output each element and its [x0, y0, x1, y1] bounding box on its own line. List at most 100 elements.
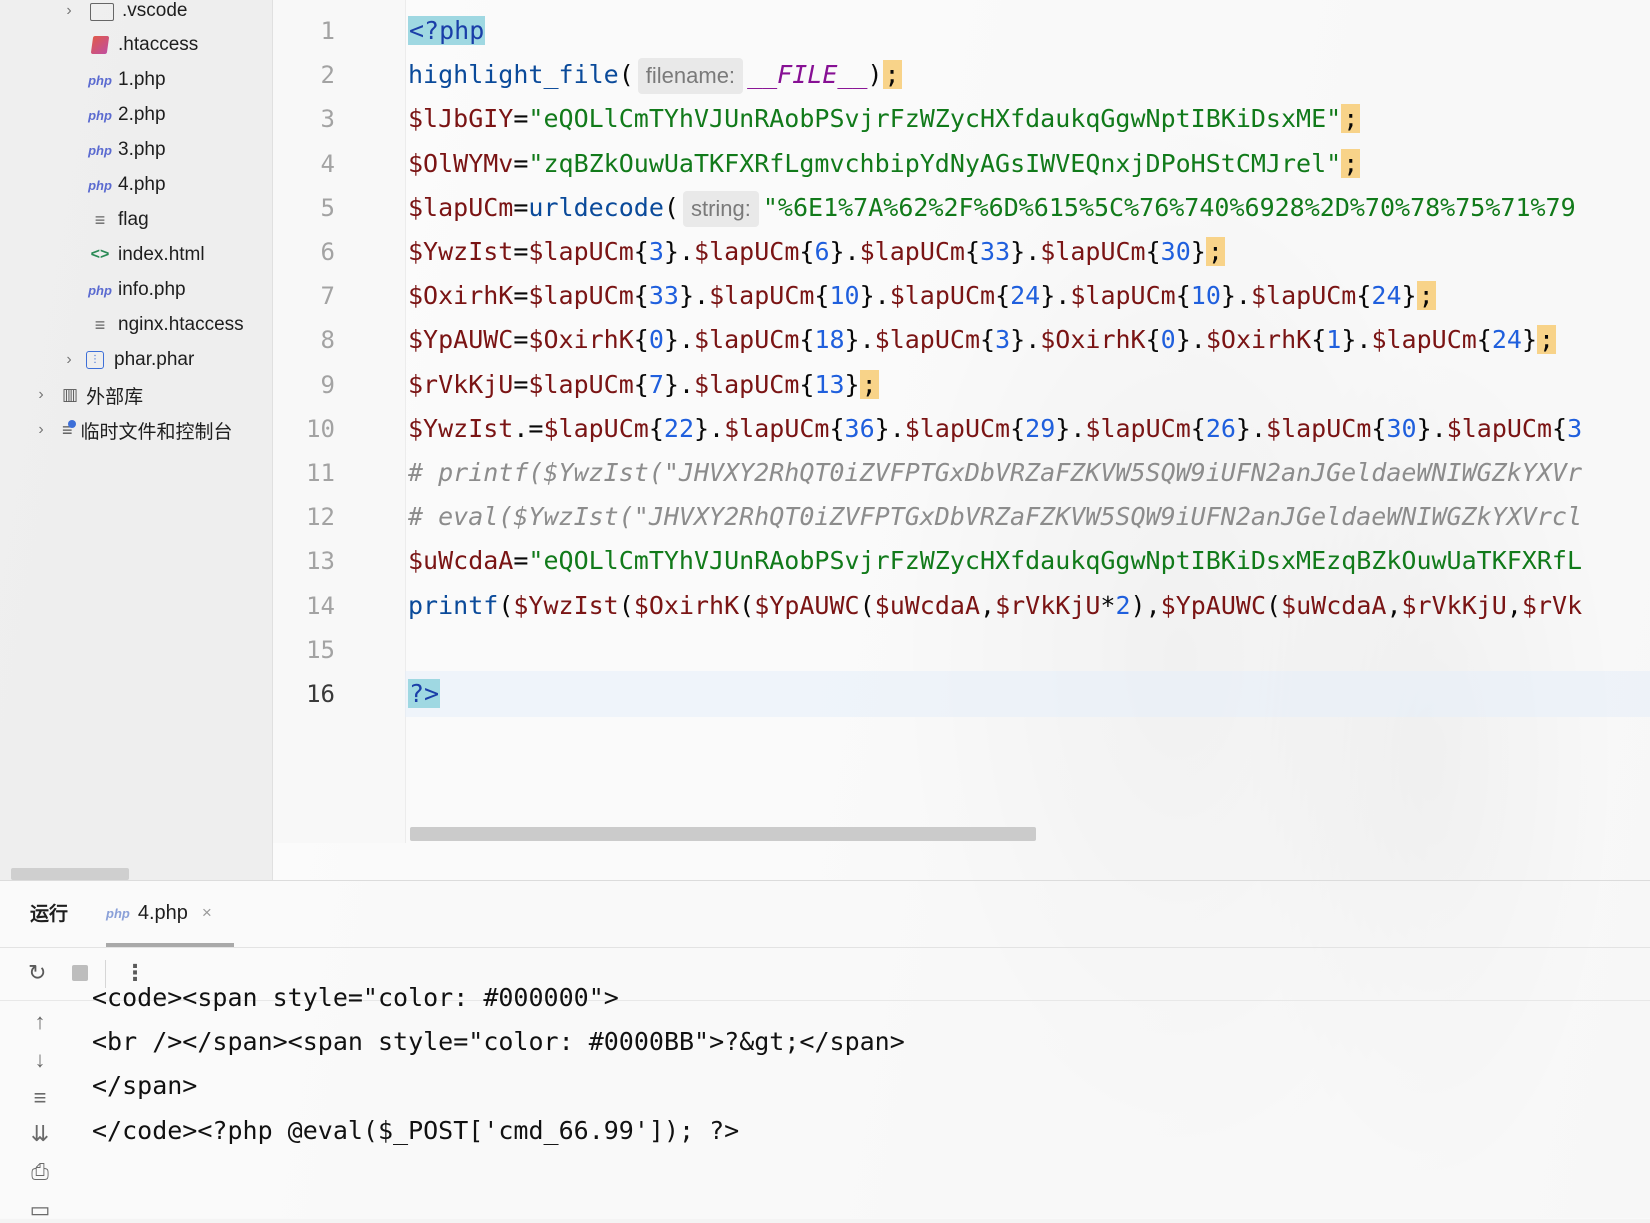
line-number[interactable]: 1	[273, 8, 335, 54]
code-line[interactable]: $rVkKjU=$lapUCm{7}.$lapUCm{13};	[408, 362, 879, 408]
code-token: $YwzIst	[408, 237, 514, 266]
tree-item-vscode[interactable]: › .vscode	[62, 0, 187, 28]
line-number[interactable]: 4	[273, 141, 335, 187]
tree-item-label: .htaccess	[118, 34, 199, 55]
code-token: }.	[1010, 237, 1041, 266]
tree-item-label: phar.phar	[114, 349, 195, 370]
chevron-right-icon[interactable]: ›	[34, 386, 48, 404]
code-line[interactable]: ?>	[408, 671, 441, 717]
code-token: 24	[1010, 281, 1041, 311]
code-token: 1	[1326, 325, 1342, 355]
parameter-hint: string:	[682, 190, 759, 227]
code-token: $uWcdaA	[874, 590, 980, 620]
tree-item-label: info.php	[118, 279, 186, 300]
php-icon: php	[106, 905, 130, 921]
line-number[interactable]: 14	[273, 583, 335, 629]
clear-icon[interactable]: ▭	[28, 1197, 52, 1223]
tree-item-nginx-htaccess[interactable]: ≡ nginx.htaccess	[88, 308, 244, 342]
editor-horizontal-scrollbar[interactable]	[410, 827, 1036, 841]
line-number[interactable]: 16	[273, 671, 335, 717]
code-token: 29	[1025, 413, 1056, 443]
code-line[interactable]: $uWcdaA="eQOLlCmTYhVJUnRAobPSvjrFzWZycHX…	[408, 538, 1582, 584]
code-line[interactable]: $OlWYMv="zqBZkOuwUaTKFXRfLgmvchbipYdNyAG…	[408, 141, 1361, 187]
code-editor[interactable]: 1 2 3 4 5 6 7 8 9 10 11 12 13 14 15 16 <?php highlight_f…	[273, 0, 1650, 880]
code-token: $uWcdaA	[408, 546, 514, 576]
code-token: {	[964, 237, 981, 266]
code-token: }.	[1416, 413, 1447, 443]
line-number[interactable]: 11	[273, 450, 335, 496]
tree-item-external-libraries[interactable]: › ▥ 外部库	[34, 378, 143, 412]
line-number[interactable]: 15	[273, 627, 335, 673]
run-panel-title: 运行	[30, 904, 69, 925]
code-token: (	[1266, 590, 1282, 620]
code-line[interactable]: # printf($YwzIst("JHVXY2RhQT0iZVFPTGxDbV…	[408, 450, 1582, 496]
code-token: 30	[1160, 237, 1191, 266]
arrow-up-icon[interactable]: ↑	[28, 1009, 52, 1035]
tree-item-phar[interactable]: › ⋮ phar.phar	[62, 343, 194, 377]
code-token: {	[1311, 325, 1327, 355]
tree-item-scratches[interactable]: › ≡ 临时文件和控制台	[34, 413, 233, 447]
code-line[interactable]: $OxirhK=$lapUCm{33}.$lapUCm{10}.$lapUCm{…	[408, 273, 1436, 319]
tree-item-3-php[interactable]: php 3.php	[88, 133, 165, 167]
code-token: 33	[648, 281, 679, 311]
tree-item-2-php[interactable]: php 2.php	[88, 98, 165, 132]
code-token: }.	[1341, 325, 1372, 355]
soft-wrap-icon[interactable]: ≡	[28, 1085, 52, 1111]
line-number[interactable]: 5	[273, 185, 335, 231]
code-token: $lapUCm	[694, 325, 800, 355]
tree-item-label: nginx.htaccess	[118, 314, 244, 335]
chevron-right-icon[interactable]: ›	[34, 421, 48, 439]
line-number[interactable]: 13	[273, 538, 335, 584]
code-token: {	[633, 281, 649, 311]
code-token: ?>	[408, 679, 441, 708]
tree-item-1-php[interactable]: php 1.php	[88, 63, 165, 97]
code-token: }.	[874, 413, 905, 443]
line-number[interactable]: 8	[273, 317, 335, 363]
chevron-right-icon[interactable]: ›	[62, 351, 76, 369]
run-panel: 运行 php 4.php × ↻ ⋮ ↑ ↓ ≡ ⇊ ⎙ ▭ <code><sp…	[0, 880, 1650, 1222]
code-token: 10	[1190, 281, 1221, 311]
code-token: ,	[980, 590, 996, 620]
code-token: =	[513, 237, 529, 266]
code-token: $rVkKjU	[995, 590, 1101, 620]
code-token: }.	[663, 369, 695, 399]
code-line[interactable]: $YpAUWC=$OxirhK{0}.$lapUCm{18}.$lapUCm{3…	[408, 317, 1557, 363]
code-token: {	[799, 325, 815, 355]
code-token: $YpAUWC	[408, 325, 514, 355]
code-line[interactable]: $YwzIst=$lapUCm{3}.$lapUCm{6}.$lapUCm{33…	[408, 229, 1225, 275]
line-number[interactable]: 7	[273, 273, 335, 319]
code-line[interactable]: <?php	[408, 8, 486, 54]
code-line[interactable]: highlight_file(filename: __FILE__);	[408, 52, 902, 98]
tree-item-info-php[interactable]: php info.php	[88, 273, 186, 307]
code-token: $lapUCm	[889, 281, 996, 311]
tree-horizontal-scrollbar[interactable]	[11, 868, 129, 880]
rerun-icon[interactable]: ↻	[28, 960, 46, 986]
run-tab-4-php[interactable]: php 4.php ×	[106, 881, 234, 945]
chevron-right-icon[interactable]: ›	[62, 2, 76, 20]
tree-item-4-php[interactable]: php 4.php	[88, 168, 165, 202]
code-token: $lapUCm	[904, 413, 1011, 443]
code-line[interactable]: $lJbGIY="eQOLlCmTYhVJUnRAobPSvjrFzWZycHX…	[408, 96, 1361, 142]
code-line[interactable]: $lapUCm=urldecode(string: "%6E1%7A%62%2F%…	[408, 185, 1576, 231]
close-icon[interactable]: ×	[202, 903, 212, 923]
code-token: ;	[859, 369, 879, 399]
line-number[interactable]: 12	[273, 494, 335, 540]
scroll-to-end-icon[interactable]: ⇊	[28, 1121, 52, 1147]
code-line[interactable]: printf($YwzIst($OxirhK($YpAUWC($uWcdaA,$…	[408, 583, 1582, 629]
line-number[interactable]: 6	[273, 229, 335, 275]
tree-item-flag[interactable]: ≡ flag	[88, 203, 149, 237]
code-line[interactable]: # eval($YwzIst("JHVXY2RhQT0iZVFPTGxDbVRZ…	[408, 494, 1582, 540]
print-icon[interactable]: ⎙	[28, 1159, 52, 1185]
code-token: 2	[1115, 590, 1131, 620]
arrow-down-icon[interactable]: ↓	[28, 1047, 52, 1073]
line-number[interactable]: 3	[273, 96, 335, 142]
php-icon: php	[88, 142, 112, 158]
line-number[interactable]: 10	[273, 406, 335, 452]
code-line[interactable]: $YwzIst.=$lapUCm{22}.$lapUCm{36}.$lapUCm…	[408, 406, 1582, 452]
line-number[interactable]: 9	[273, 362, 335, 408]
code-token: (	[618, 60, 634, 90]
line-number[interactable]: 2	[273, 52, 335, 98]
stop-icon[interactable]	[72, 965, 88, 981]
tree-item-htaccess[interactable]: .htaccess	[88, 28, 198, 62]
tree-item-index-html[interactable]: <> index.html	[88, 238, 205, 272]
